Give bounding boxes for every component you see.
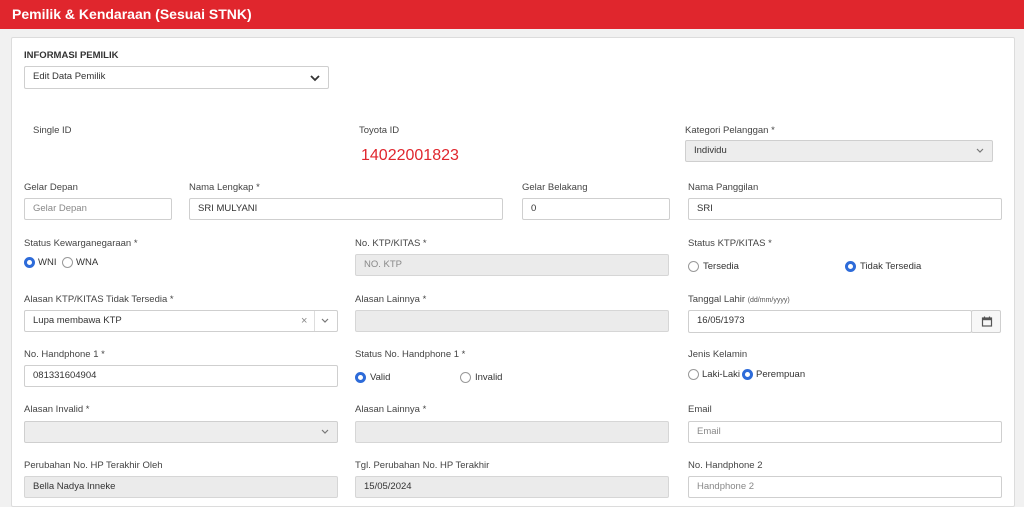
- tgl-perubahan-input[interactable]: 15/05/2024: [355, 476, 669, 498]
- alasan-invalid-select[interactable]: [24, 421, 338, 443]
- header-title: Pemilik & Kendaraan (Sesuai STNK): [12, 6, 252, 22]
- kategori-label: Kategori Pelanggan *: [685, 125, 775, 136]
- owner-data-select-value: Edit Data Pemilik: [33, 71, 106, 82]
- tanggal-lahir-hint: (dd/mm/yyyy): [747, 297, 790, 304]
- tidak-tersedia-radio[interactable]: [845, 261, 856, 272]
- toyota-id-label: Toyota ID: [359, 125, 400, 136]
- tanggal-lahir-input[interactable]: 16/05/1973: [688, 310, 972, 333]
- no-hp2-input[interactable]: Handphone 2: [688, 476, 1002, 498]
- calendar-icon: [981, 316, 993, 327]
- chevron-down-icon: [321, 318, 329, 323]
- alasan-lainnya2-input[interactable]: [355, 421, 669, 443]
- alasan-lainnya-input[interactable]: [355, 310, 669, 332]
- tgl-perubahan-label: Tgl. Perubahan No. HP Terakhir: [355, 460, 490, 471]
- invalid-radio[interactable]: [460, 372, 471, 383]
- no-hp2-label: No. Handphone 2: [688, 460, 763, 471]
- no-hp1-input[interactable]: 081331604904: [24, 365, 338, 387]
- kategori-select[interactable]: Individu: [685, 140, 993, 162]
- wni-label: WNI: [38, 257, 57, 268]
- perubahan-hp-label: Perubahan No. HP Terakhir Oleh: [24, 460, 163, 471]
- nama-lengkap-label: Nama Lengkap *: [189, 182, 260, 193]
- clear-icon[interactable]: ×: [301, 311, 307, 331]
- nama-lengkap-input[interactable]: SRI MULYANI: [189, 198, 503, 220]
- email-label: Email: [688, 404, 712, 415]
- gelar-depan-input[interactable]: Gelar Depan: [24, 198, 172, 220]
- wna-radio[interactable]: [62, 257, 73, 268]
- valid-radio[interactable]: [355, 372, 366, 383]
- owner-info-panel: INFORMASI PEMILIK Edit Data Pemilik Sing…: [11, 37, 1015, 507]
- gelar-belakang-label: Gelar Belakang: [522, 182, 588, 193]
- toyota-id-value: 14022001823: [361, 147, 459, 164]
- laki-laki-radio[interactable]: [688, 369, 699, 380]
- laki-laki-label: Laki-Laki: [702, 369, 741, 380]
- invalid-label: Invalid: [475, 372, 503, 383]
- nama-panggilan-input[interactable]: SRI: [688, 198, 1002, 220]
- wni-radio[interactable]: [24, 257, 35, 268]
- select-divider: [314, 311, 315, 331]
- chevron-down-icon: [321, 429, 329, 434]
- no-ktp-label: No. KTP/KITAS *: [355, 238, 427, 249]
- valid-label: Valid: [370, 372, 391, 383]
- tanggal-lahir-label-text: Tanggal Lahir: [688, 294, 746, 305]
- chevron-down-icon: [976, 148, 984, 153]
- no-hp1-label: No. Handphone 1 *: [24, 349, 105, 360]
- gelar-depan-label: Gelar Depan: [24, 182, 78, 193]
- alasan-invalid-label: Alasan Invalid *: [24, 404, 90, 415]
- tersedia-radio[interactable]: [688, 261, 699, 272]
- jenis-kelamin-label: Jenis Kelamin: [688, 349, 748, 360]
- perempuan-label: Perempuan: [756, 369, 806, 380]
- no-ktp-input[interactable]: NO. KTP: [355, 254, 669, 276]
- email-input[interactable]: Email: [688, 421, 1002, 443]
- section-header: Pemilik & Kendaraan (Sesuai STNK): [0, 0, 1024, 29]
- single-id-label: Single ID: [33, 125, 72, 136]
- nama-panggilan-label: Nama Panggilan: [688, 182, 759, 193]
- owner-data-select[interactable]: Edit Data Pemilik: [24, 66, 329, 89]
- alasan-lainnya2-label: Alasan Lainnya *: [355, 404, 427, 415]
- alasan-ktp-value: Lupa membawa KTP: [33, 315, 122, 326]
- status-hp1-label: Status No. Handphone 1 *: [355, 349, 466, 360]
- status-ktp-label: Status KTP/KITAS *: [688, 238, 772, 249]
- kategori-value: Individu: [694, 145, 727, 156]
- tanggal-lahir-label: Tanggal Lahir (dd/mm/yyyy): [688, 294, 790, 305]
- alasan-ktp-select[interactable]: Lupa membawa KTP ×: [24, 310, 338, 332]
- tersedia-label: Tersedia: [703, 261, 739, 272]
- gelar-belakang-input[interactable]: 0: [522, 198, 670, 220]
- section-title: INFORMASI PEMILIK: [24, 50, 119, 61]
- tidak-tersedia-label: Tidak Tersedia: [860, 261, 922, 272]
- chevron-down-icon: [310, 75, 320, 82]
- alasan-ktp-label: Alasan KTP/KITAS Tidak Tersedia *: [24, 294, 174, 305]
- kewarganegaraan-label: Status Kewarganegaraan *: [24, 238, 138, 249]
- calendar-button[interactable]: [971, 310, 1001, 333]
- perubahan-hp-input[interactable]: Bella Nadya Inneke: [24, 476, 338, 498]
- perempuan-radio[interactable]: [742, 369, 753, 380]
- wna-label: WNA: [76, 257, 99, 268]
- alasan-lainnya-label: Alasan Lainnya *: [355, 294, 427, 305]
